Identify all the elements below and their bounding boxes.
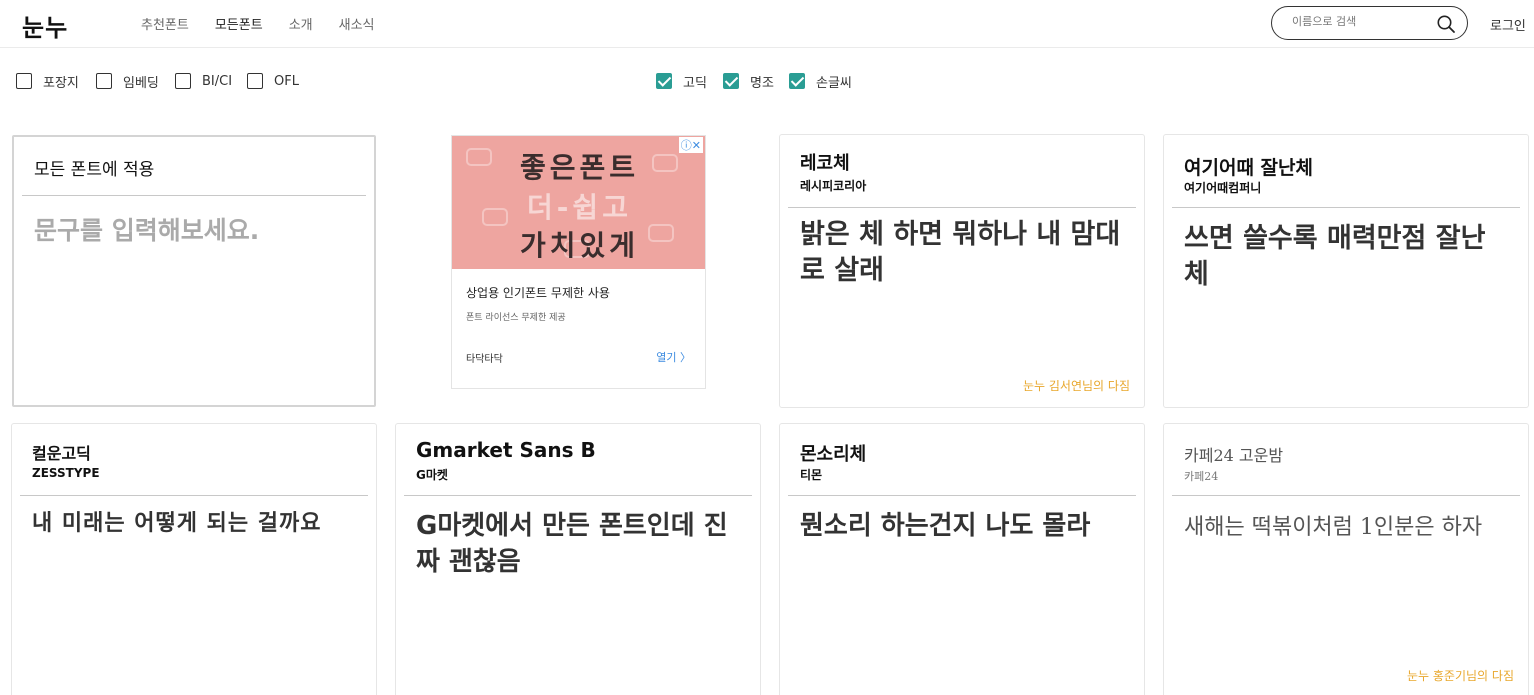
filter-label: 포장지 — [43, 75, 79, 91]
font-sample: G마켓에서 만든 폰트인데 진짜 괜찮음 — [416, 511, 728, 577]
font-card-gmarket[interactable]: Gmarket Sans B G마켓 G마켓에서 만든 폰트인데 진짜 괜찮음 — [395, 423, 761, 695]
divider — [1172, 207, 1520, 208]
sample-text-input[interactable]: 문구를 입력해보세요. — [34, 211, 259, 247]
font-sample: 내 미래는 어떻게 되는 걸까요 — [32, 511, 322, 536]
divider — [22, 195, 366, 196]
filter-label: OFL — [274, 73, 299, 89]
font-credit: 눈누 김서연님의 다짐 — [1023, 379, 1130, 393]
filter-bici[interactable]: BI/CI — [175, 72, 232, 90]
checkbox-myeongjo[interactable] — [723, 73, 739, 89]
filter-gothic[interactable]: 고딕 — [656, 72, 707, 91]
font-name: 몬소리체 — [800, 444, 867, 465]
top-header: 눈누 추천폰트 모든폰트 소개 새소식 로그인 — [0, 0, 1534, 48]
nav-all-fonts[interactable]: 모든폰트 — [215, 14, 263, 33]
nav-news[interactable]: 새소식 — [339, 14, 375, 33]
apply-all-title: 모든 폰트에 적용 — [34, 160, 155, 180]
main-nav: 추천폰트 모든폰트 소개 새소식 — [141, 14, 375, 33]
font-name: 여기어때 잘난체 — [1184, 157, 1313, 179]
checkbox-packaging[interactable] — [16, 73, 32, 89]
ad-line-2: 더-쉽고 — [527, 191, 632, 224]
filter-label: 임베딩 — [123, 75, 159, 91]
ad-line-3: 가치있게 — [519, 229, 640, 262]
divider — [788, 495, 1136, 496]
divider — [20, 495, 368, 496]
divider — [788, 207, 1136, 208]
font-name: 카페24 고운밤 — [1184, 446, 1284, 465]
font-name: 컬운고딕 — [32, 444, 91, 463]
font-card-tmon[interactable]: 몬소리체 티몬 뭔소리 하는건지 나도 몰라 — [779, 423, 1145, 695]
search-box[interactable] — [1271, 6, 1468, 40]
ad-line-1: 좋은폰트 — [519, 151, 640, 184]
filter-label: 손글씨 — [816, 75, 852, 91]
checkbox-embedding[interactable] — [96, 73, 112, 89]
search-icon[interactable] — [1436, 14, 1456, 34]
search-input[interactable] — [1292, 15, 1432, 28]
font-maker: 레시피코리아 — [800, 179, 867, 193]
ad-brand: 타닥타닥 — [466, 354, 503, 365]
ad-close-icon[interactable]: ⓘ✕ — [678, 137, 703, 153]
ad-image[interactable]: 좋은폰트 더-쉽고 가치있게 — [452, 136, 705, 269]
font-name: 레코체 — [800, 153, 850, 174]
divider — [1172, 495, 1520, 496]
ad-subline: 폰트 라이선스 무제한 제공 — [466, 313, 566, 323]
font-sample: 밝은 체 하면 뭐하나 내 맘대로 살래 — [800, 219, 1121, 286]
font-maker: 카페24 — [1184, 470, 1219, 483]
filter-ofl[interactable]: OFL — [247, 72, 299, 90]
filter-packaging[interactable]: 포장지 — [16, 72, 79, 91]
font-card-cafe24[interactable]: 카페24 고운밤 카페24 새해는 떡볶이처럼 1인분은 하자 눈누 홍준기님의… — [1163, 423, 1529, 695]
font-credit: 눈누 홍준기님의 다짐 — [1407, 669, 1514, 683]
ad-open-button[interactable]: 열기 〉 — [656, 349, 691, 365]
advertisement[interactable]: 좋은폰트 더-쉽고 가치있게 ⓘ✕ 상업용 인기폰트 무제한 사용 폰트 라이선… — [451, 135, 706, 389]
filter-label: 고딕 — [683, 75, 707, 91]
font-maker: 티몬 — [800, 468, 823, 482]
filter-label: BI/CI — [202, 73, 233, 89]
site-logo[interactable]: 눈누 — [22, 8, 68, 43]
checkbox-ofl[interactable] — [247, 73, 263, 89]
nav-recommended[interactable]: 추천폰트 — [141, 14, 189, 33]
font-maker: ZESSTYPE — [32, 466, 100, 480]
font-maker: G마켓 — [416, 468, 448, 482]
font-sample: 새해는 떡볶이처럼 1인분은 하자 — [1184, 515, 1483, 540]
ad-headline[interactable]: 상업용 인기폰트 무제한 사용 — [466, 284, 610, 301]
login-link[interactable]: 로그인 — [1490, 15, 1526, 34]
font-sample: 뭔소리 하는건지 나도 몰라 — [800, 511, 1091, 541]
nav-about[interactable]: 소개 — [289, 14, 313, 33]
filter-label: 명조 — [750, 75, 774, 91]
font-maker: 여기어때컴퍼니 — [1184, 181, 1262, 195]
font-card-lecho[interactable]: 레코체 레시피코리아 밝은 체 하면 뭐하나 내 맘대로 살래 눈누 김서연님의… — [779, 134, 1145, 408]
apply-all-card[interactable]: 모든 폰트에 적용 문구를 입력해보세요. — [12, 135, 376, 407]
filter-handwriting[interactable]: 손글씨 — [789, 72, 852, 91]
filter-myeongjo[interactable]: 명조 — [723, 72, 774, 91]
font-card-yeogi[interactable]: 여기어때 잘난체 여기어때컴퍼니 쓰면 쓸수록 매력만점 잘난체 — [1163, 134, 1529, 408]
checkbox-gothic[interactable] — [656, 73, 672, 89]
font-card-zesstype[interactable]: 컬운고딕 ZESSTYPE 내 미래는 어떻게 되는 걸까요 — [11, 423, 377, 695]
font-sample: 쓰면 쓸수록 매력만점 잘난체 — [1184, 223, 1486, 290]
font-name: Gmarket Sans B — [416, 438, 596, 462]
checkbox-handwriting[interactable] — [789, 73, 805, 89]
checkbox-bici[interactable] — [175, 73, 191, 89]
filter-embedding[interactable]: 임베딩 — [96, 72, 159, 91]
divider — [404, 495, 752, 496]
